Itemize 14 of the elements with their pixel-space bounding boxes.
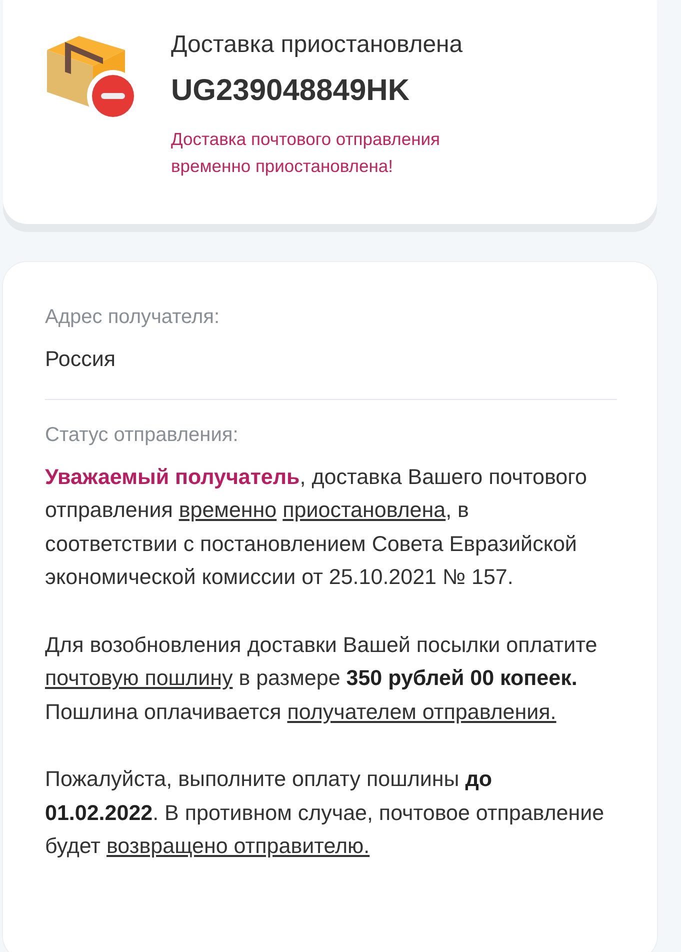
paragraph: Для возобновления доставки Вашей посылки оплатите почтовую пошлину в размере 350 рублей 00 копеек. Пошлина оплачивается получателем отправления. xyxy=(45,632,598,726)
paragraph: Россия xyxy=(45,346,117,373)
status-notice: Доставка почтового отправления временно приостановлена! xyxy=(171,128,441,178)
text-link[interactable]: получателем отправления. xyxy=(287,700,556,724)
text-link[interactable]: возвращено отправителю. xyxy=(106,834,370,858)
tracking-number: UG239048849HK xyxy=(171,74,410,108)
paragraph: Пожалуйста, выполните оплату пошлины до 01.02.2022. В противном случае, почтовое отправление будет возвращено отправителю. xyxy=(45,766,605,860)
field-label: Статус отправления: xyxy=(45,424,240,446)
paragraph: Уважаемый получатель, доставка Вашего почтового отправления временно приостановлена, в соответствии с постановлением Совета Евразийской экономической комиссии от 25.10.2021 № 157. xyxy=(45,464,588,591)
text-link[interactable]: почтовую пошлину xyxy=(45,666,233,690)
text-link[interactable]: приостановлена xyxy=(282,498,446,522)
text-link[interactable]: временно xyxy=(178,498,277,522)
field-label: Адрес получателя: xyxy=(45,306,221,329)
status-title: Доставка приостановлена xyxy=(171,30,464,60)
